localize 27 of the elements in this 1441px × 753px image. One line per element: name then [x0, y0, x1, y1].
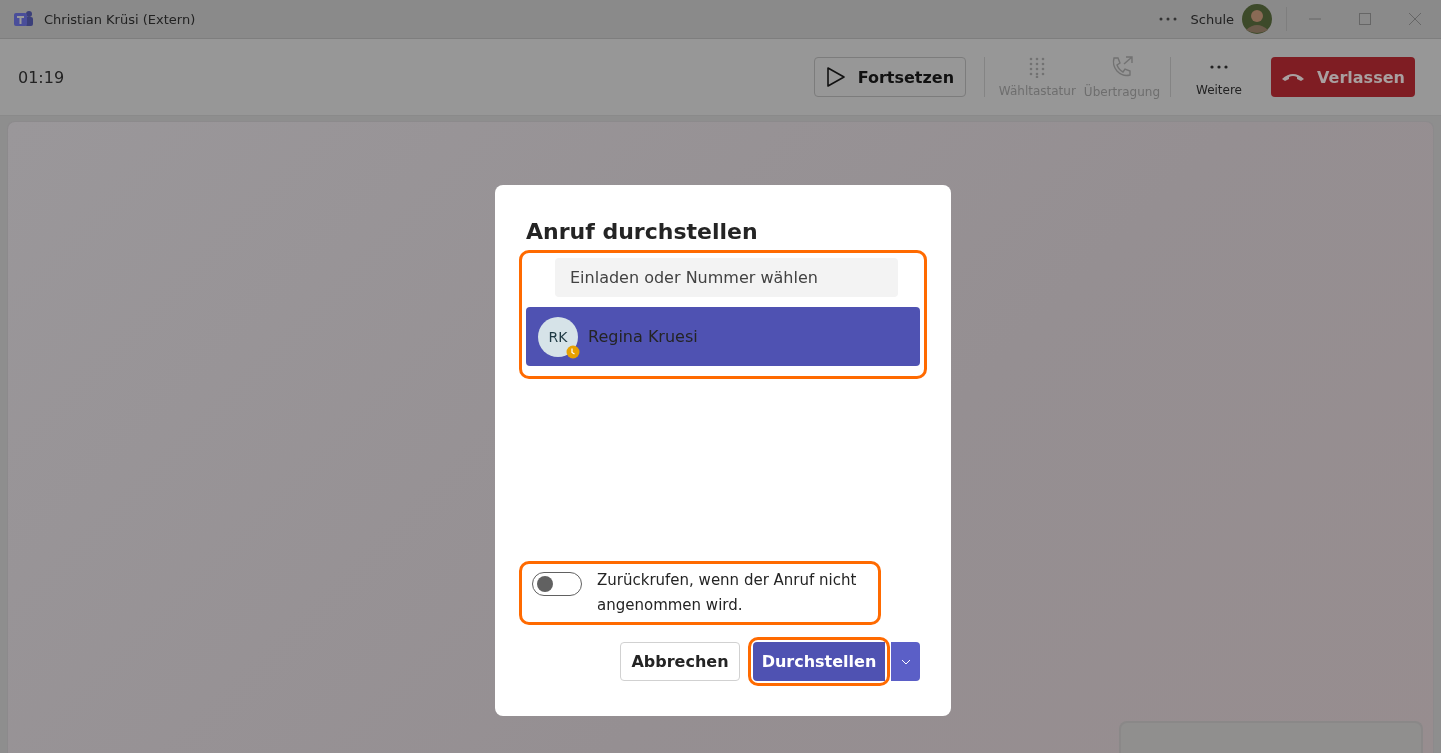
resume-button[interactable]: Fortsetzen [813, 57, 966, 97]
play-icon [825, 66, 846, 88]
contact-avatar: RK [538, 316, 578, 357]
caret-icon [900, 658, 911, 665]
window-title: Christian Krüsi (Extern) [44, 11, 197, 27]
avatar-icon[interactable] [1242, 4, 1272, 34]
close-icon[interactable] [1407, 11, 1423, 27]
call-timer: 01:19 [18, 67, 66, 87]
contact-row[interactable]: RK Regina Kruesi [526, 307, 920, 366]
account-name[interactable]: Schule [1190, 11, 1234, 27]
more-button[interactable]: Weitere [1181, 57, 1257, 97]
maximize-icon[interactable] [1357, 11, 1373, 27]
more-icon[interactable] [1158, 16, 1177, 22]
dialpad-icon [1028, 56, 1047, 78]
dropdown-button[interactable] [890, 642, 920, 681]
dialog-title: Anruf durchstellen [526, 219, 759, 244]
search-field[interactable]: Einladen oder Nummer wählen [555, 258, 898, 297]
app-logo-icon [14, 10, 34, 28]
cancel-button[interactable]: Abbrechen [620, 642, 740, 681]
callback-toggle[interactable] [532, 572, 582, 596]
hang-up-icon [1281, 72, 1306, 82]
contact-name: Regina Kruesi [588, 327, 698, 346]
callback-label: Zurückrufen, wenn der Anruf nicht angenommen wird. [597, 570, 858, 616]
leave-button[interactable]: Verlassen [1271, 57, 1415, 97]
transfer-button[interactable]: Durchstellen [753, 642, 885, 681]
more-icon [1210, 65, 1228, 69]
away-status-icon [566, 344, 580, 359]
